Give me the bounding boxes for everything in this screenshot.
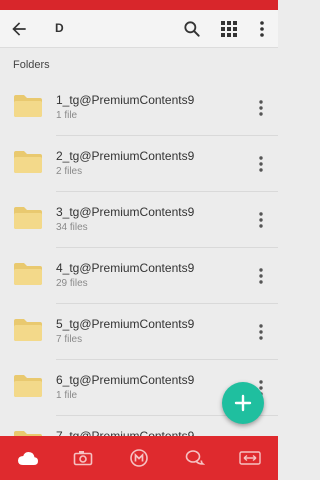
more-vert-icon[interactable] [254,322,268,342]
grid-view-icon[interactable] [220,20,238,38]
folder-file-count: 7 files [56,334,83,345]
camera-icon [74,451,93,466]
app-bar: D [0,10,278,48]
cloud-icon [17,452,38,465]
folder-name: 6_tg@PremiumContents9 [56,373,195,387]
chat-icon [185,450,205,465]
folder-row[interactable]: 3_tg@PremiumContents9 34 files [0,192,278,248]
add-icon [234,394,252,412]
more-vert-icon[interactable] [254,98,268,118]
folder-file-count: 2 files [56,166,83,177]
folder-file-count: 1 file [56,110,78,121]
folder-row[interactable]: 4_tg@PremiumContents9 29 files [0,248,278,304]
folder-name: 3_tg@PremiumContents9 [56,205,195,219]
folder-name: 2_tg@PremiumContents9 [56,149,195,163]
folder-row[interactable]: 5_tg@PremiumContents9 7 files [0,304,278,360]
arrow-back-icon[interactable] [9,19,29,39]
tab-chat[interactable] [175,436,215,480]
folder-row[interactable]: 1_tg@PremiumContents9 1 file [0,80,278,136]
folder-file-count: 1 file [56,390,78,401]
folder-icon [14,207,42,229]
folder-row[interactable]: 2_tg@PremiumContents9 2 files [0,136,278,192]
folder-file-count: 29 files [56,278,88,289]
more-vert-icon[interactable] [254,19,270,39]
folder-name: 5_tg@PremiumContents9 [56,317,195,331]
search-icon[interactable] [182,19,202,39]
mega-icon [130,449,148,467]
folder-file-count: 34 files [56,222,88,233]
transfers-icon [239,451,261,465]
folder-name: 1_tg@PremiumContents9 [56,93,195,107]
folder-icon [14,319,42,341]
tab-home[interactable] [119,436,159,480]
page-title: D [55,21,64,35]
folder-name: 4_tg@PremiumContents9 [56,261,195,275]
more-vert-icon[interactable] [254,210,268,230]
folder-icon [14,95,42,117]
folder-icon [14,375,42,397]
tab-cloud-drive[interactable] [8,436,48,480]
bottom-navigation [0,436,278,480]
section-label-folders: Folders [13,59,50,71]
add-button[interactable] [222,382,264,424]
folder-icon [14,263,42,285]
more-vert-icon[interactable] [254,266,268,286]
more-vert-icon[interactable] [254,154,268,174]
status-bar [0,0,278,10]
tab-camera-uploads[interactable] [63,436,103,480]
folder-icon [14,151,42,173]
tab-transfers[interactable] [230,436,270,480]
